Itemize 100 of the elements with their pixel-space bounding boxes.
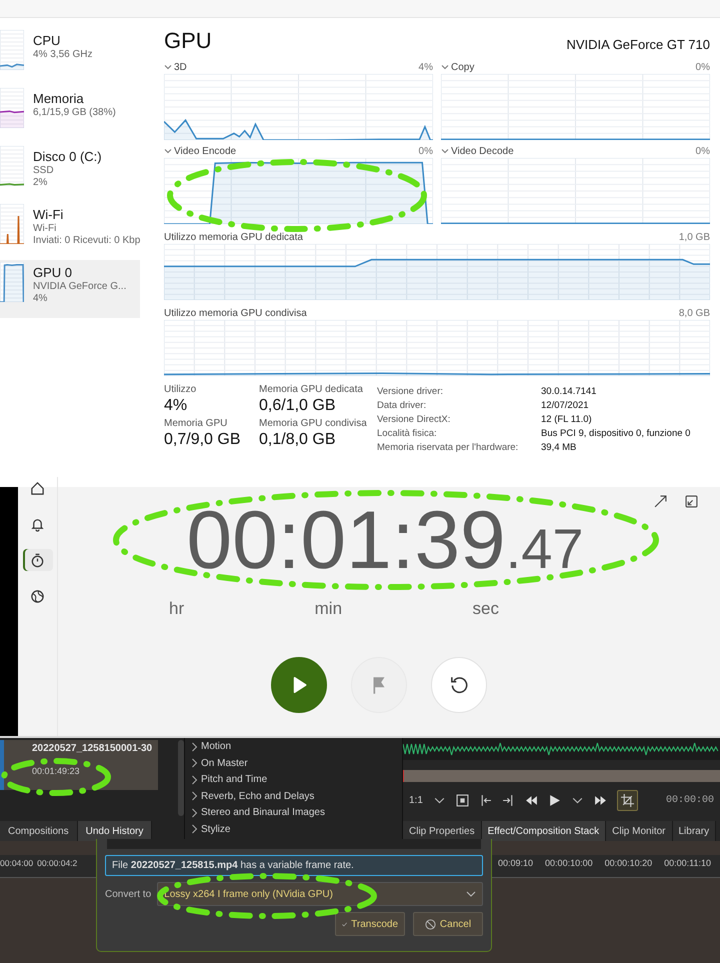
graph-value: 4% xyxy=(418,62,433,72)
clip-item[interactable]: 20220527_1258150001-30 00:01:49:23 xyxy=(0,740,158,790)
panel-tab[interactable]: Compositions xyxy=(0,821,78,841)
panel-tab[interactable]: Clip Properties xyxy=(403,821,482,841)
item-detail: 4% xyxy=(33,293,48,304)
field-label: Convert to xyxy=(105,888,152,900)
rewind-icon[interactable] xyxy=(524,794,538,806)
message-field: File 20220527_125815.mp4 has a variable frame rate. xyxy=(105,855,483,876)
item-title: Memoria xyxy=(33,91,85,106)
stat-value: 4% xyxy=(164,397,188,415)
input-field[interactable] xyxy=(107,839,481,849)
sidebar-item[interactable]: Wi-Fi Wi-Fi Inviati: 0 Ricevuti: 0 Kbp xyxy=(0,202,140,260)
panel-tab[interactable]: Effect/Composition Stack xyxy=(482,821,606,841)
item-title: Disco 0 (C:) xyxy=(33,149,102,164)
effect-category[interactable]: Stylize xyxy=(191,822,402,836)
sidebar-item[interactable]: Memoria 6,1/15,9 GB (38%) xyxy=(0,86,140,144)
graph-value: 0% xyxy=(696,146,710,156)
stat-label: Memoria GPU xyxy=(164,418,228,429)
cancel-icon xyxy=(424,918,436,930)
fast-forward-icon[interactable] xyxy=(594,794,607,806)
transcode-button[interactable]: Transcode xyxy=(335,912,405,936)
ruler-time: 00:00:11:10 xyxy=(664,858,712,870)
detail-value: 30.0.14.7141 xyxy=(541,386,598,397)
page-title: GPU xyxy=(164,28,212,54)
detail-value: Bus PCI 9, dispositivo 0, funzione 0 xyxy=(541,428,692,439)
expand-icon[interactable] xyxy=(654,495,667,508)
stat-value: 0,1/8,0 GB xyxy=(259,431,336,449)
cancel-button[interactable]: Cancel xyxy=(413,912,483,936)
ruler-time: 00:00:10:00 xyxy=(545,858,593,870)
item-detail: Wi-Fi xyxy=(33,223,58,234)
item-detail: 6,1/15,9 GB (38%) xyxy=(33,107,116,118)
sidebar-item[interactable]: Disco 0 (C:) SSD 2% xyxy=(0,144,140,202)
item-title: Wi-Fi xyxy=(33,207,64,222)
thumbnail-graph xyxy=(0,262,24,302)
effect-category[interactable]: On Master xyxy=(191,756,402,770)
detail-label: Memoria riservata per l'hardware: xyxy=(377,442,520,453)
panel-tab[interactable]: Clip Monitor xyxy=(606,821,672,841)
home-icon xyxy=(30,480,45,496)
ruler-time: 00:04:00 xyxy=(0,858,34,870)
bell-icon xyxy=(30,516,45,532)
panel-tab[interactable]: Undo History xyxy=(78,821,152,841)
graph-label: Utilizzo memoria GPU dedicata xyxy=(164,232,303,242)
chevron-icon xyxy=(164,63,172,71)
graph-label[interactable]: Video Encode xyxy=(174,146,236,156)
stat-label: Memoria GPU condivisa xyxy=(259,418,368,429)
effect-category[interactable]: Reverb, Echo and Delays xyxy=(191,790,402,802)
chevron-icon xyxy=(164,147,172,155)
stat-value: 0,7/9,0 GB xyxy=(164,431,242,449)
graph-label[interactable]: 3D xyxy=(174,62,187,72)
gpu-model: NVIDIA GeForce GT 710 xyxy=(566,37,710,54)
sidebar-item[interactable]: GPU 0 NVIDIA GeForce G... 4% xyxy=(0,260,140,318)
graph-label[interactable]: Copy xyxy=(451,62,474,72)
item-title: CPU xyxy=(33,33,62,48)
play-icon[interactable] xyxy=(548,794,561,806)
graph-label: Utilizzo memoria GPU condivisa xyxy=(164,308,307,318)
frame-icon[interactable] xyxy=(456,794,469,806)
item-detail: Inviati: 0 Ricevuti: 0 Kbp xyxy=(33,235,140,246)
stat-value: 0,6/1,0 GB xyxy=(259,397,336,415)
effect-category[interactable]: Motion xyxy=(191,740,402,753)
elapsed-fraction: .47 xyxy=(506,527,584,571)
detail-label: Data driver: xyxy=(377,400,428,411)
detail-value: 39,4 MB xyxy=(541,442,578,453)
panel-tab[interactable]: Library xyxy=(672,821,716,841)
out-point-icon[interactable] xyxy=(502,794,515,806)
nav-button[interactable] xyxy=(22,549,52,571)
crop-icon xyxy=(620,794,634,806)
item-detail: 4% 3,56 GHz xyxy=(33,49,92,60)
caret-icon xyxy=(466,890,476,898)
detail-value: 12/07/2021 xyxy=(541,400,590,411)
detail-value: 12 (FL 11.0) xyxy=(541,414,593,425)
zoom-level[interactable]: 1:1 xyxy=(409,794,423,806)
clip-name: 20220527_1258150001-30 xyxy=(32,743,154,754)
detail-label: Versione DirectX: xyxy=(377,414,452,425)
globe-icon xyxy=(30,588,45,604)
in-point-icon[interactable] xyxy=(478,794,492,806)
effect-category[interactable]: Stereo and Binaural Images xyxy=(191,806,402,819)
graph-label[interactable]: Video Decode xyxy=(451,146,514,156)
elapsed-time: 00:01:39 xyxy=(186,509,506,573)
crop-button[interactable] xyxy=(616,790,638,810)
chevron-icon xyxy=(441,63,449,71)
item-title: GPU 0 xyxy=(33,265,74,280)
graph-value: 0% xyxy=(696,62,710,72)
unit-label: sec xyxy=(472,598,499,619)
stat-label: Memoria GPU dedicata xyxy=(259,384,364,395)
graph-value: 8,0 GB xyxy=(678,308,710,318)
sidebar-item[interactable]: CPU 4% 3,56 GHz xyxy=(0,28,140,86)
detail-label: Versione driver: xyxy=(377,386,444,397)
graph-value: 1,0 GB xyxy=(678,232,710,242)
item-detail: NVIDIA GeForce G... xyxy=(33,281,126,292)
detail-label: Località fisica: xyxy=(377,428,438,439)
unit-label: min xyxy=(314,598,342,619)
ruler-time: 00:00:10:20 xyxy=(604,858,652,870)
graph-value: 0% xyxy=(418,146,433,156)
ruler-time: 00:00:04:2 xyxy=(37,858,78,870)
stat-label: Utilizzo xyxy=(164,384,198,395)
scrollbar[interactable] xyxy=(178,740,184,816)
effect-category[interactable]: Pitch and Time xyxy=(191,773,402,786)
stopwatch-icon xyxy=(30,552,45,568)
compact-overlay-icon[interactable] xyxy=(685,495,698,508)
item-detail: SSD xyxy=(33,165,55,176)
